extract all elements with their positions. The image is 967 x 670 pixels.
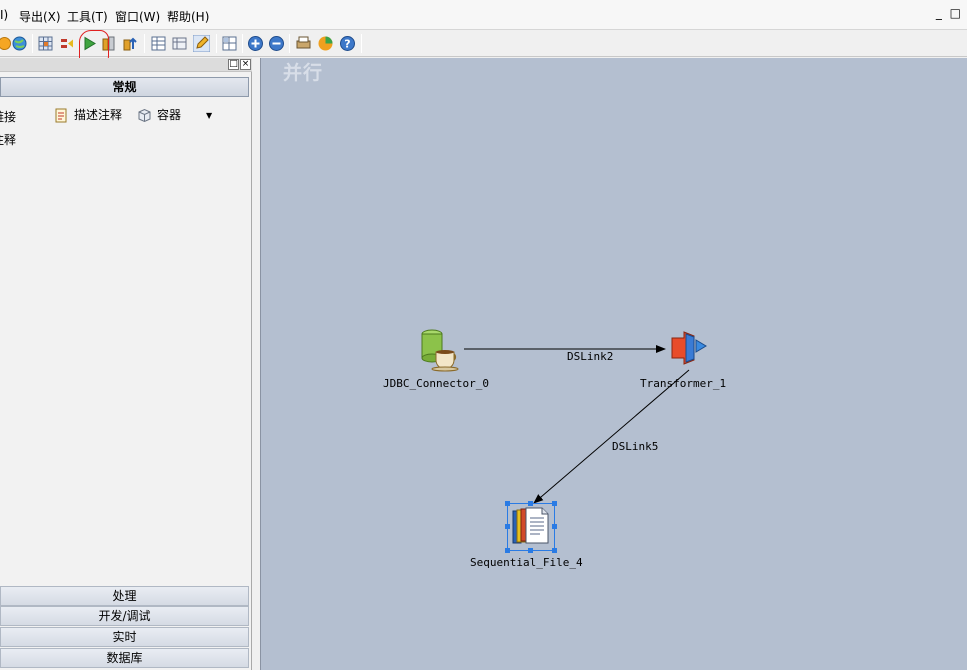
palette-group-general[interactable]: 常规 (0, 77, 249, 97)
stage-label-seqfile: Sequential_File_4 (470, 556, 583, 569)
toolbar: ? (0, 30, 967, 57)
restore-icon[interactable]: □ (228, 59, 239, 70)
compile-icon[interactable] (59, 35, 76, 52)
toolbar-separator (242, 34, 243, 53)
palette-group-database[interactable]: 数据库 (0, 648, 249, 668)
stage-label-transformer: Transformer_1 (640, 377, 727, 390)
toolbar-separator (32, 34, 33, 53)
svg-text:?: ? (344, 38, 350, 51)
palette-tool-annotation-label: 描述注释 (74, 108, 123, 122)
menu-item-window[interactable]: 窗口(W) (115, 8, 160, 25)
toolbar-separator (289, 34, 290, 53)
columns-icon[interactable] (171, 35, 188, 52)
menu-item-tools[interactable]: 工具(T) (67, 8, 108, 25)
menu-bar: I) 导出(X) 工具(T) 窗口(W) 帮助(H) _ □ (0, 0, 967, 30)
palette-group-processing[interactable]: 处理 (0, 586, 249, 606)
job-canvas[interactable]: 并行 JDBC_Connector_0 Transformer_1 Sequen… (260, 58, 967, 670)
stage-transformer[interactable] (668, 328, 710, 368)
link-label-dslink5[interactable]: DSLink5 (612, 440, 658, 453)
link-layer (464, 345, 690, 504)
link-label-dslink2[interactable]: DSLink2 (567, 350, 613, 363)
grid-icon[interactable] (37, 35, 54, 52)
window-controls[interactable]: _ □ (936, 6, 963, 20)
edit-icon[interactable] (193, 35, 210, 52)
palette-titlebar: □ × (0, 58, 252, 72)
container-icon (137, 108, 152, 123)
toolbar-separator (361, 34, 362, 53)
toolbar-separator (216, 34, 217, 53)
stage-jdbc-connector[interactable] (418, 328, 466, 372)
pie-icon[interactable] (317, 35, 334, 52)
import-icon[interactable] (122, 35, 139, 52)
print-icon[interactable] (295, 35, 312, 52)
palette-group-realtime[interactable]: 实时 (0, 627, 249, 647)
sequential-file-icon (512, 507, 549, 544)
menu-item-help[interactable]: 帮助(H) (167, 8, 209, 25)
schedule-icon[interactable] (101, 35, 118, 52)
zoom-out-icon[interactable] (268, 35, 285, 52)
palette-tool-container-label: 容器 (157, 108, 182, 122)
menu-item-prev[interactable]: I) (0, 8, 8, 22)
stage-label-jdbc: JDBC_Connector_0 (383, 377, 489, 390)
palette-tool-container[interactable]: 容器 (137, 106, 181, 123)
jdbc-connector-icon (421, 329, 459, 372)
palette-tool-link-label: 链接 (0, 110, 17, 124)
transformer-icon (671, 331, 707, 365)
palette-more-arrow-icon[interactable]: ▼ (206, 111, 212, 120)
close-icon[interactable]: × (240, 59, 251, 70)
palette-group-dev-debug[interactable]: 开发/调试 (0, 606, 249, 626)
palette-tool-link[interactable]: 链接 (0, 108, 16, 125)
globe-icon[interactable] (11, 35, 28, 52)
palette-panel: □ × 常规 链接 描述注释 容器 ▼ 注释 处理 开发/调试 实时 数据库 (0, 58, 252, 670)
palette-tool-annotation2[interactable]: 注释 (0, 131, 16, 148)
annotation-icon (54, 108, 69, 123)
toolbar-separator (144, 34, 145, 53)
layout-icon[interactable] (221, 35, 238, 52)
menu-item-export[interactable]: 导出(X) (19, 8, 61, 25)
run-icon[interactable] (81, 35, 98, 52)
palette-tool-annotation[interactable]: 描述注释 (54, 106, 122, 123)
help-icon[interactable]: ? (339, 35, 356, 52)
stage-sequential-file[interactable] (509, 505, 553, 549)
palette-tool-annotation2-label: 注释 (0, 133, 17, 147)
zoom-in-icon[interactable] (247, 35, 264, 52)
table-icon[interactable] (150, 35, 167, 52)
